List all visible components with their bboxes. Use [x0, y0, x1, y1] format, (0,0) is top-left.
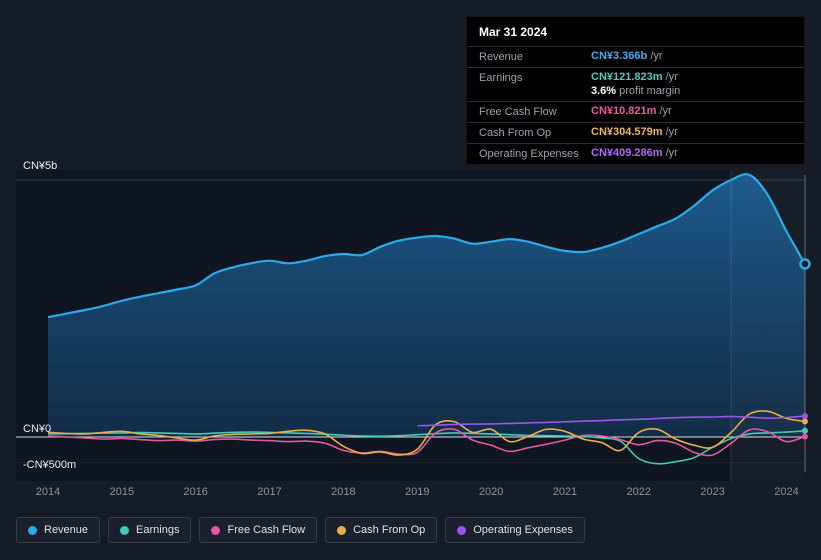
- x-tick-label: 2024: [774, 486, 799, 498]
- revenue-value: CN¥3.366b: [591, 50, 648, 62]
- operating-expenses-endpoint: [801, 412, 808, 419]
- legend-item-cash-from-op[interactable]: Cash From Op: [325, 517, 438, 543]
- profit-margin-value: 3.6%: [591, 85, 617, 97]
- x-tick-label: 2021: [552, 486, 578, 498]
- cash-from-op-suffix: /yr: [665, 126, 678, 138]
- chart-tooltip: Mar 31 2024 Revenue CN¥3.366b /yr Earnin…: [466, 16, 805, 165]
- tooltip-value-cash-from-op: CN¥304.579m /yr: [591, 125, 678, 139]
- x-tick-label: 2017: [257, 486, 282, 498]
- x-tick-label: 2020: [478, 486, 504, 498]
- legend-label-revenue: Revenue: [44, 524, 89, 536]
- earnings-dot-icon: [120, 525, 130, 535]
- tooltip-row-operating-expenses: Operating Expenses CN¥409.286m /yr: [467, 143, 804, 164]
- tooltip-value-operating-expenses: CN¥409.286m /yr: [591, 146, 678, 160]
- earnings-value: CN¥121.823m: [591, 71, 663, 83]
- free-cash-flow-dot-icon: [211, 525, 221, 535]
- legend-item-revenue[interactable]: Revenue: [16, 517, 101, 543]
- x-tick-label: 2023: [700, 486, 725, 498]
- legend-item-free-cash-flow[interactable]: Free Cash Flow: [199, 517, 318, 543]
- tooltip-value-earnings: CN¥121.823m /yr 3.6% profit margin: [591, 70, 680, 98]
- free-cash-flow-value: CN¥10.821m: [591, 105, 657, 117]
- operating-expenses-dot-icon: [457, 525, 467, 535]
- x-tick-label: 2019: [405, 486, 430, 498]
- tooltip-row-cash-from-op: Cash From Op CN¥304.579m /yr: [467, 122, 804, 143]
- tooltip-value-free-cash-flow: CN¥10.821m /yr: [591, 104, 672, 118]
- tooltip-label-cash-from-op: Cash From Op: [479, 127, 552, 139]
- x-tick-label: 2014: [35, 486, 61, 498]
- profit-margin: 3.6% profit margin: [591, 84, 680, 98]
- operating-expenses-suffix: /yr: [665, 147, 678, 159]
- operating-expenses-value: CN¥409.286m: [591, 147, 663, 159]
- earnings-suffix: /yr: [665, 71, 678, 83]
- tooltip-row-free-cash-flow: Free Cash Flow CN¥10.821m /yr: [467, 101, 804, 122]
- legend-label-cash-from-op: Cash From Op: [353, 524, 426, 536]
- revenue-suffix: /yr: [650, 50, 663, 62]
- tooltip-label-earnings: Earnings: [479, 72, 523, 84]
- free-cash-flow-suffix: /yr: [659, 105, 672, 117]
- legend-label-free-cash-flow: Free Cash Flow: [227, 524, 306, 536]
- tooltip-label-operating-expenses: Operating Expenses: [479, 148, 579, 160]
- tooltip-label-free-cash-flow: Free Cash Flow: [479, 106, 557, 118]
- tooltip-label-revenue: Revenue: [479, 51, 524, 63]
- x-tick-label: 2016: [183, 486, 208, 498]
- revenue-dot-icon: [28, 525, 37, 535]
- legend-label-earnings: Earnings: [136, 524, 180, 536]
- legend-label-operating-expenses: Operating Expenses: [473, 524, 573, 536]
- cash-from-op-dot-icon: [337, 525, 347, 535]
- y-axis-label-neg500m: -CN¥500m: [23, 459, 77, 471]
- profit-margin-label: profit margin: [619, 85, 681, 97]
- tooltip-row-revenue: Revenue CN¥3.366b /yr: [467, 46, 804, 67]
- tooltip-date: Mar 31 2024: [479, 25, 548, 39]
- y-axis-label-zero: CN¥0: [23, 423, 52, 435]
- x-tick-label: 2018: [331, 486, 356, 498]
- chart-legend: Revenue Earnings Free Cash Flow Cash Fro…: [16, 517, 585, 543]
- y-axis-label-5b: CN¥5b: [23, 160, 58, 172]
- legend-item-operating-expenses[interactable]: Operating Expenses: [445, 517, 585, 543]
- earnings-endpoint: [801, 427, 808, 434]
- revenue-endpoint: [799, 258, 811, 270]
- x-tick-label: 2022: [626, 486, 652, 498]
- tooltip-row-earnings: Earnings CN¥121.823m /yr 3.6% profit mar…: [467, 67, 804, 101]
- x-tick-label: 2015: [109, 486, 135, 498]
- tooltip-value-revenue: CN¥3.366b /yr: [591, 49, 663, 63]
- cash-from-op-endpoint: [801, 418, 808, 425]
- cash-from-op-value: CN¥304.579m: [591, 126, 663, 138]
- legend-item-earnings[interactable]: Earnings: [108, 517, 192, 543]
- free-cash-flow-endpoint: [801, 433, 808, 440]
